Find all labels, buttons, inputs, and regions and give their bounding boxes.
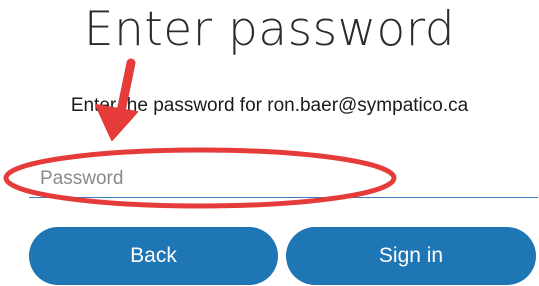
prompt-prefix: Enter the password for (70, 95, 262, 116)
page-title: Enter password (83, 2, 456, 57)
sign-in-button[interactable]: Sign in (286, 227, 536, 285)
account-prompt: Enter the password for ron.baer@sympatic… (0, 94, 539, 118)
account-email: ron.baer@sympatico.ca (267, 95, 469, 116)
back-button[interactable]: Back (29, 227, 278, 285)
password-input[interactable] (29, 160, 538, 198)
